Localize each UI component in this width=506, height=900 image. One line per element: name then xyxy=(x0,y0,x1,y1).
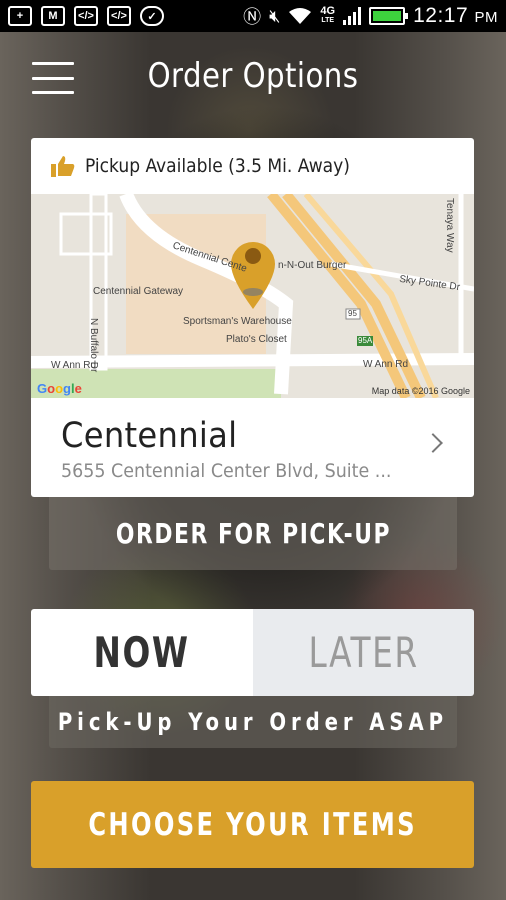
code-icon: </> xyxy=(74,6,98,26)
page-title: Order Options xyxy=(147,56,359,96)
code-icon: </> xyxy=(107,6,131,26)
mute-icon: 🔇︎ xyxy=(269,5,281,26)
nfc-icon: Ⓝ xyxy=(243,7,262,27)
chevron-right-icon xyxy=(423,433,443,453)
store-name: Centennial xyxy=(61,416,238,456)
thumbs-up-icon xyxy=(51,155,75,177)
choose-items-label: CHOOSE YOUR ITEMS xyxy=(88,806,417,843)
map-label: W Ann Rd xyxy=(363,359,409,370)
map-label: Tenaya Way xyxy=(444,198,455,253)
gmail-icon: M xyxy=(41,6,65,26)
store-address: 5655 Centennial Center Blvd, Suite ... xyxy=(61,460,392,482)
choose-items-button[interactable]: CHOOSE YOUR ITEMS xyxy=(31,781,474,868)
wifi-icon xyxy=(289,8,312,24)
chat-icon: ✓ xyxy=(140,6,164,26)
map-label: n-N-Out Burger xyxy=(278,260,347,271)
map-label: Sportsman's Warehouse xyxy=(183,316,292,327)
pickup-availability: Pickup Available (3.5 Mi. Away) xyxy=(31,138,474,194)
store-selector[interactable]: Centennial 5655 Centennial Center Blvd, … xyxy=(31,398,474,497)
battery-icon xyxy=(369,7,409,25)
order-mode-label: ORDER FOR PICK-UP xyxy=(115,517,391,550)
map-label: 95A xyxy=(358,336,373,345)
network-type: 4G LTE xyxy=(320,5,336,25)
map-label: 95 xyxy=(348,309,357,318)
timing-toggle: NOW LATER xyxy=(31,609,474,696)
location-card: Pickup Available (3.5 Mi. Away) Centenni… xyxy=(31,138,474,497)
google-logo: Google xyxy=(37,381,82,396)
later-option[interactable]: LATER xyxy=(252,609,474,696)
order-mode-button[interactable]: ORDER FOR PICK-UP xyxy=(49,497,457,570)
app-header: Order Options xyxy=(0,48,506,112)
store-map[interactable]: Centennial Cente n-N-Out Burger Centenni… xyxy=(31,194,474,398)
clock: 12:17 PM xyxy=(413,4,498,27)
timing-subtitle: Pick-Up Your Order ASAP xyxy=(49,696,457,748)
now-option[interactable]: NOW xyxy=(31,609,253,696)
map-label: W Ann Rd xyxy=(51,360,97,371)
map-label: Centennial Gateway xyxy=(93,286,184,297)
map-label: Plato's Closet xyxy=(226,334,287,345)
status-bar: + M </> </> ✓ Ⓝ 🔇︎ 4G LTE 12:17 PM xyxy=(0,0,506,32)
signal-icon xyxy=(343,7,362,25)
pickup-status-text: Pickup Available (3.5 Mi. Away) xyxy=(85,155,350,177)
map-attribution: Map data ©2016 Google xyxy=(371,386,470,396)
add-icon: + xyxy=(8,6,32,26)
